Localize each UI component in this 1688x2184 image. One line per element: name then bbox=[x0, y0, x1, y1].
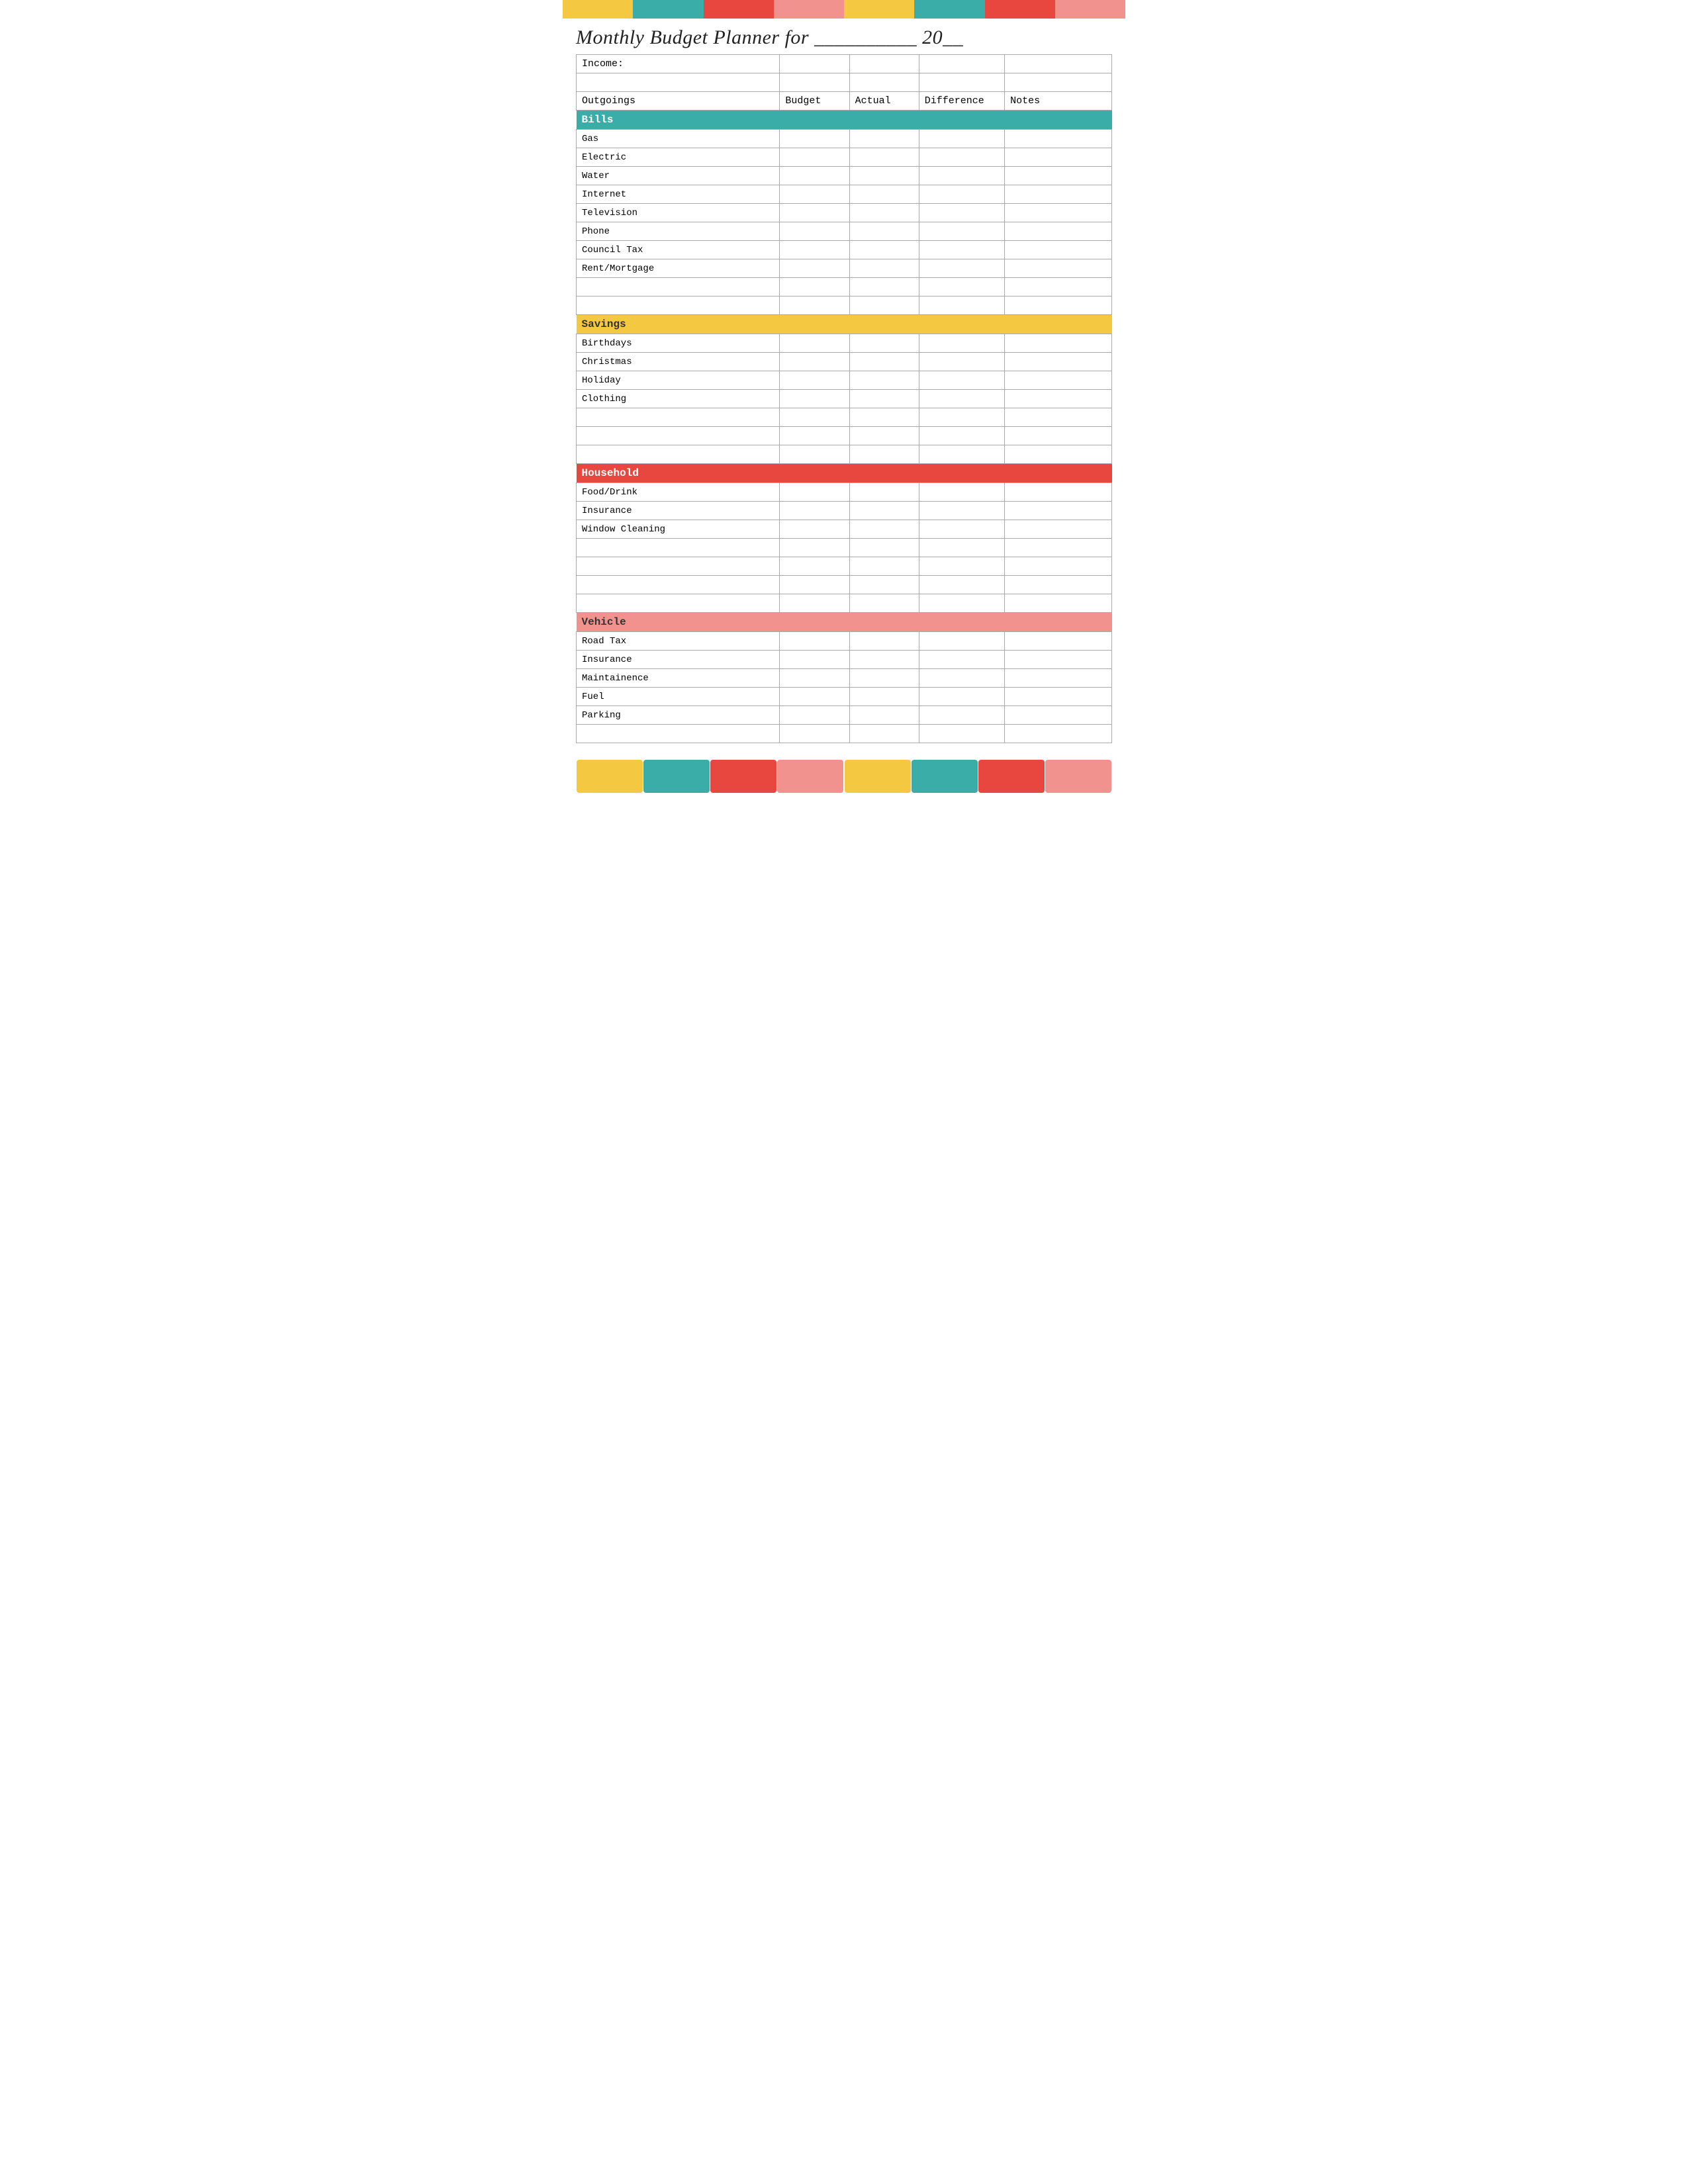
table-row bbox=[577, 594, 1112, 613]
bills-electric: Electric bbox=[577, 148, 780, 167]
col-header-outgoings: Outgoings bbox=[577, 92, 780, 111]
savings-label: Savings bbox=[577, 315, 1112, 334]
table-row bbox=[577, 539, 1112, 557]
page-title: Monthly Budget Planner for __________ 20… bbox=[563, 19, 1125, 54]
col-header-difference: Difference bbox=[919, 92, 1004, 111]
top-bar-block-8 bbox=[1055, 0, 1125, 19]
top-bar-block-3 bbox=[704, 0, 774, 19]
table-row: Electric bbox=[577, 148, 1112, 167]
section-header-vehicle: Vehicle bbox=[577, 613, 1112, 632]
bottom-block-teal bbox=[643, 760, 710, 793]
bills-water: Water bbox=[577, 167, 780, 185]
table-row bbox=[577, 278, 1112, 296]
section-header-household: Household bbox=[577, 464, 1112, 483]
bottom-color-blocks bbox=[563, 750, 1125, 803]
table-row: Christmas bbox=[577, 353, 1112, 371]
bottom-block-pink2 bbox=[1045, 760, 1111, 793]
section-header-bills: Bills bbox=[577, 111, 1112, 130]
table-row bbox=[577, 408, 1112, 427]
top-bar-block-7 bbox=[985, 0, 1055, 19]
top-bar-block-6 bbox=[914, 0, 984, 19]
table-row: Maintainence bbox=[577, 669, 1112, 688]
income-budget bbox=[780, 55, 849, 73]
top-bar-block-2 bbox=[633, 0, 703, 19]
table-row: Holiday bbox=[577, 371, 1112, 390]
bills-phone: Phone bbox=[577, 222, 780, 241]
table-row: Window Cleaning bbox=[577, 520, 1112, 539]
household-window-cleaning: Window Cleaning bbox=[577, 520, 780, 539]
household-insurance: Insurance bbox=[577, 502, 780, 520]
column-headers: Outgoings Budget Actual Difference Notes bbox=[577, 92, 1112, 111]
table-row bbox=[577, 445, 1112, 464]
income-actual bbox=[849, 55, 919, 73]
table-row: Road Tax bbox=[577, 632, 1112, 651]
table-row: Parking bbox=[577, 706, 1112, 725]
bills-internet: Internet bbox=[577, 185, 780, 204]
table-row: Council Tax bbox=[577, 241, 1112, 259]
top-bar-block-5 bbox=[844, 0, 914, 19]
table-row: Rent/Mortgage bbox=[577, 259, 1112, 278]
vehicle-maintainence: Maintainence bbox=[577, 669, 780, 688]
col-header-budget: Budget bbox=[780, 92, 849, 111]
income-diff bbox=[919, 55, 1004, 73]
table-row: Clothing bbox=[577, 390, 1112, 408]
title-text: Monthly Budget Planner for __________ 20… bbox=[576, 26, 963, 48]
section-header-savings: Savings bbox=[577, 315, 1112, 334]
household-food-drink: Food/Drink bbox=[577, 483, 780, 502]
table-row: Gas bbox=[577, 130, 1112, 148]
table-row: Fuel bbox=[577, 688, 1112, 706]
page: Monthly Budget Planner for __________ 20… bbox=[563, 0, 1125, 803]
vehicle-fuel: Fuel bbox=[577, 688, 780, 706]
bills-label: Bills bbox=[577, 111, 1112, 130]
table-row: Insurance bbox=[577, 651, 1112, 669]
household-label: Household bbox=[577, 464, 1112, 483]
bottom-block-pink bbox=[777, 760, 843, 793]
bottom-block-teal2 bbox=[912, 760, 978, 793]
income-row: Income: bbox=[577, 55, 1112, 73]
bottom-block-red bbox=[710, 760, 776, 793]
table-row bbox=[577, 725, 1112, 743]
bottom-block-red2 bbox=[978, 760, 1045, 793]
table-row: Internet bbox=[577, 185, 1112, 204]
income-notes bbox=[1005, 55, 1112, 73]
table-row bbox=[577, 557, 1112, 576]
col-header-actual: Actual bbox=[849, 92, 919, 111]
vehicle-road-tax: Road Tax bbox=[577, 632, 780, 651]
bottom-block-yellow2 bbox=[845, 760, 911, 793]
bills-gas: Gas bbox=[577, 130, 780, 148]
savings-clothing: Clothing bbox=[577, 390, 780, 408]
bills-rent-mortgage: Rent/Mortgage bbox=[577, 259, 780, 278]
bottom-block-yellow bbox=[577, 760, 643, 793]
bills-television: Television bbox=[577, 204, 780, 222]
vehicle-label: Vehicle bbox=[577, 613, 1112, 632]
savings-birthdays: Birthdays bbox=[577, 334, 780, 353]
table-row bbox=[577, 427, 1112, 445]
savings-holiday: Holiday bbox=[577, 371, 780, 390]
income-label: Income: bbox=[577, 55, 780, 73]
table-row: Water bbox=[577, 167, 1112, 185]
table-row: Television bbox=[577, 204, 1112, 222]
vehicle-parking: Parking bbox=[577, 706, 780, 725]
budget-table: Income: Outgoings Budget Actual Differen… bbox=[576, 54, 1112, 743]
table-row bbox=[577, 576, 1112, 594]
table-row: Insurance bbox=[577, 502, 1112, 520]
table-row: Food/Drink bbox=[577, 483, 1112, 502]
vehicle-insurance: Insurance bbox=[577, 651, 780, 669]
col-header-notes: Notes bbox=[1005, 92, 1112, 111]
bills-council-tax: Council Tax bbox=[577, 241, 780, 259]
top-bar-block-4 bbox=[774, 0, 844, 19]
table-row: Phone bbox=[577, 222, 1112, 241]
top-bar-block-1 bbox=[563, 0, 633, 19]
savings-christmas: Christmas bbox=[577, 353, 780, 371]
table-row bbox=[577, 296, 1112, 315]
table-row: Birthdays bbox=[577, 334, 1112, 353]
top-color-bar bbox=[563, 0, 1125, 19]
empty-row-after-income bbox=[577, 73, 1112, 92]
